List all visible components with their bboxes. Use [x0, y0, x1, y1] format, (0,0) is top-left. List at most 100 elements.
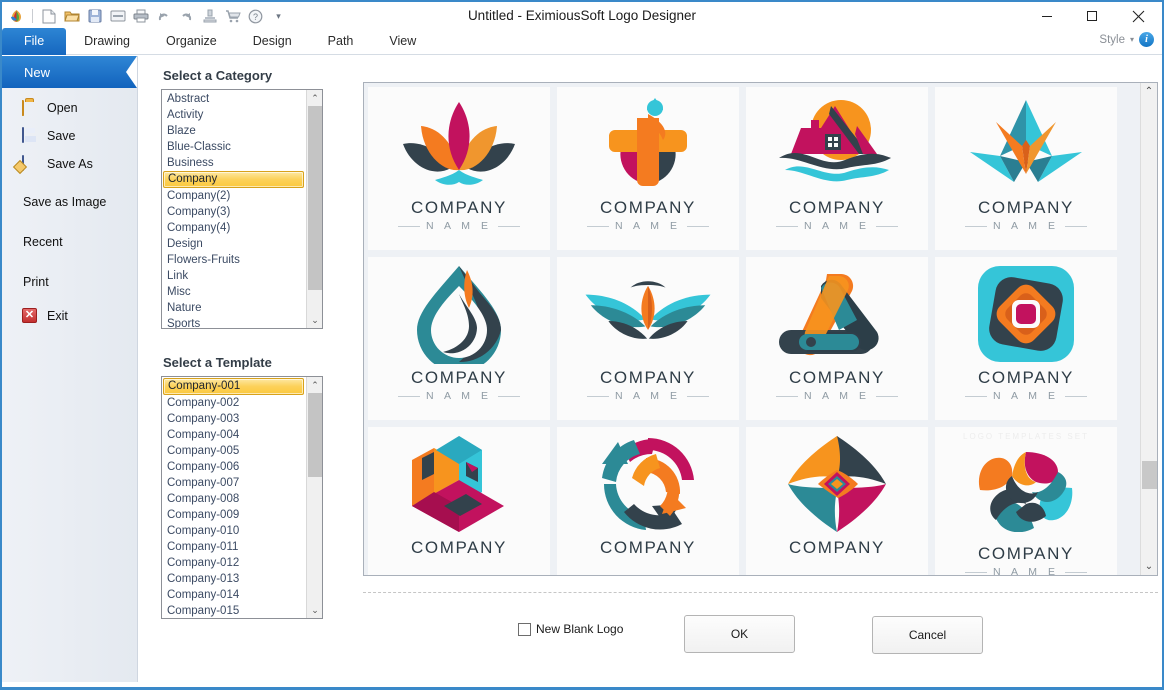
list-item[interactable]: Link	[162, 268, 306, 284]
list-item[interactable]: Company-015	[162, 603, 306, 618]
style-selector[interactable]: Style ▾ i	[1099, 32, 1154, 47]
undo-icon[interactable]	[153, 6, 174, 27]
list-item[interactable]: Company(3)	[162, 204, 306, 220]
card-company-label: COMPANY	[978, 368, 1074, 387]
maximize-button[interactable]	[1069, 2, 1114, 30]
tab-design[interactable]: Design	[235, 28, 310, 55]
template-card[interactable]: COMPANY N A M E	[746, 257, 928, 420]
scroll-down-icon[interactable]: ⌄	[307, 312, 322, 328]
ok-button[interactable]: OK	[684, 615, 795, 653]
sidebar-item-save-as-image[interactable]: Save as Image	[2, 188, 137, 216]
preview-scrollbar[interactable]: ⌃ ⌄	[1140, 83, 1157, 575]
new-blank-logo-checkbox[interactable]: New Blank Logo	[518, 622, 623, 636]
template-card[interactable]: COMPANY N A M E	[557, 87, 739, 250]
list-item[interactable]: Blue-Classic	[162, 139, 306, 155]
template-card[interactable]: COMPANY	[746, 427, 928, 575]
template-card[interactable]: COMPANY	[557, 427, 739, 575]
template-card[interactable]: COMPANY N A M E	[557, 257, 739, 420]
tab-path[interactable]: Path	[310, 28, 372, 55]
list-item[interactable]: Design	[162, 236, 306, 252]
list-item[interactable]: Abstract	[162, 91, 306, 107]
scrollbar-thumb[interactable]	[308, 106, 322, 290]
list-item[interactable]: Company-004	[162, 427, 306, 443]
stamp-icon[interactable]	[199, 6, 220, 27]
minimize-button[interactable]	[1024, 2, 1069, 30]
sidebar-item-open[interactable]: Open	[2, 94, 137, 122]
scroll-down-icon[interactable]: ⌄	[1141, 558, 1157, 575]
list-item[interactable]: Company-009	[162, 507, 306, 523]
scrollbar-thumb[interactable]	[308, 393, 322, 477]
info-icon[interactable]: i	[1139, 32, 1154, 47]
list-item[interactable]: Misc	[162, 284, 306, 300]
list-item[interactable]: Company-007	[162, 475, 306, 491]
list-item[interactable]: Company-013	[162, 571, 306, 587]
template-card[interactable]: COMPANY N A M E	[746, 87, 928, 250]
tab-file[interactable]: File	[2, 28, 67, 55]
template-card[interactable]: COMPANY N A M E	[368, 87, 550, 250]
list-item[interactable]: Blaze	[162, 123, 306, 139]
list-item[interactable]: Company-014	[162, 587, 306, 603]
sidebar-item-save[interactable]: Save	[2, 122, 137, 150]
scroll-up-icon[interactable]: ⌃	[1141, 83, 1157, 100]
customize-caret-icon[interactable]: ▾	[268, 6, 289, 27]
sidebar-item-print[interactable]: Print	[2, 268, 137, 296]
scroll-up-icon[interactable]: ⌃	[307, 90, 322, 106]
template-card[interactable]: COMPANY N A M E	[368, 257, 550, 420]
list-item[interactable]: Activity	[162, 107, 306, 123]
list-item[interactable]: Company(4)	[162, 220, 306, 236]
close-button[interactable]	[1114, 2, 1162, 30]
application-window: Untitled - EximiousSoft Logo Designer ? …	[0, 0, 1164, 690]
help-icon[interactable]: ?	[245, 6, 266, 27]
save-icon[interactable]	[84, 6, 105, 27]
template-preview-panel: COMPANY N A M E COMPANY N A M E COMPANY …	[363, 82, 1158, 576]
cart-icon[interactable]	[222, 6, 243, 27]
chevron-down-icon[interactable]: ▾	[1130, 35, 1134, 44]
category-scrollbar[interactable]: ⌃ ⌄	[306, 90, 322, 328]
category-listbox[interactable]: Abstract Activity Blaze Blue-Classic Bus…	[161, 89, 323, 329]
list-item[interactable]: Sports	[162, 316, 306, 328]
list-item-selected[interactable]: Company	[163, 171, 304, 188]
card-company-label: COMPANY	[600, 538, 696, 557]
list-item[interactable]: Company(2)	[162, 188, 306, 204]
sidebar-item-recent[interactable]: Recent	[2, 228, 137, 256]
export-icon[interactable]	[107, 6, 128, 27]
list-item[interactable]: Company-006	[162, 459, 306, 475]
scroll-up-icon[interactable]: ⌃	[307, 377, 322, 393]
list-item[interactable]: Company-008	[162, 491, 306, 507]
open-folder-icon[interactable]	[61, 6, 82, 27]
template-card[interactable]: COMPANY N A M E	[935, 257, 1117, 420]
template-card[interactable]: COMPANY N A M E	[935, 87, 1117, 250]
tab-view[interactable]: View	[371, 28, 434, 55]
list-item-selected[interactable]: Company-001	[163, 378, 304, 395]
list-item[interactable]: Company-003	[162, 411, 306, 427]
list-item[interactable]: Nature	[162, 300, 306, 316]
list-item[interactable]: Company-010	[162, 523, 306, 539]
tab-drawing[interactable]: Drawing	[66, 28, 148, 55]
sidebar-item-new[interactable]: New	[2, 56, 137, 88]
sidebar-item-save-as[interactable]: Save As	[2, 150, 137, 178]
template-scrollbar[interactable]: ⌃ ⌄	[306, 377, 322, 618]
toolbar-separator	[32, 9, 33, 23]
cancel-button[interactable]: Cancel	[872, 616, 983, 654]
tab-organize[interactable]: Organize	[148, 28, 235, 55]
list-item[interactable]: Business	[162, 155, 306, 171]
sidebar-item-exit[interactable]: ✕ Exit	[2, 302, 137, 330]
template-card[interactable]: COMPANY	[368, 427, 550, 575]
print-icon[interactable]	[130, 6, 151, 27]
template-listbox[interactable]: Company-001 Company-002 Company-003 Comp…	[161, 376, 323, 619]
redo-icon[interactable]	[176, 6, 197, 27]
scroll-down-icon[interactable]: ⌄	[307, 602, 322, 618]
checkbox-box[interactable]	[518, 622, 531, 636]
list-item[interactable]: Flowers-Fruits	[162, 252, 306, 268]
list-item[interactable]: Company-012	[162, 555, 306, 571]
scrollbar-thumb[interactable]	[1142, 461, 1157, 489]
wings-leaf-logo-icon	[582, 264, 714, 364]
card-name-label: N A M E	[965, 220, 1087, 232]
list-item[interactable]: Company-005	[162, 443, 306, 459]
list-item[interactable]: Company-002	[162, 395, 306, 411]
list-item[interactable]: Company-011	[162, 539, 306, 555]
new-file-icon[interactable]	[38, 6, 59, 27]
template-card[interactable]: LOGO TEMPLATES SET COMPANY N A M E	[935, 427, 1117, 575]
rule-right	[875, 395, 898, 397]
app-logo-icon[interactable]	[6, 6, 27, 27]
